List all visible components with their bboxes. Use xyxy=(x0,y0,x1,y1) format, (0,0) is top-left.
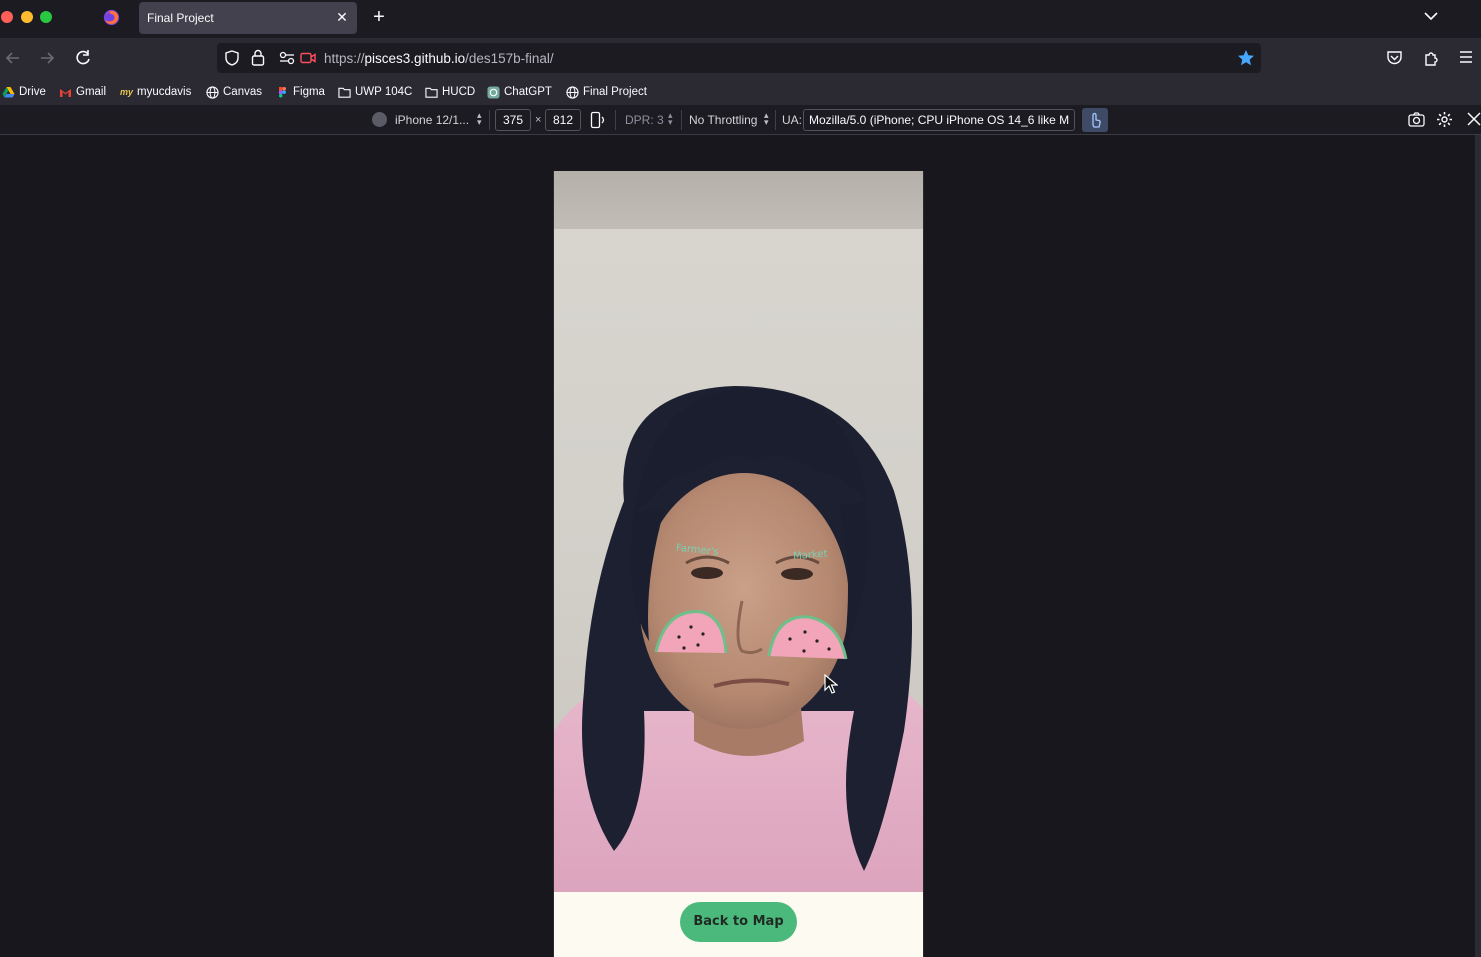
dimension-separator: × xyxy=(535,114,542,126)
globe-icon xyxy=(566,85,579,99)
folder-icon xyxy=(425,87,438,98)
screenshot-camera-icon[interactable] xyxy=(1408,112,1425,127)
bookmark-drive[interactable]: Drive xyxy=(2,84,46,100)
gmail-icon xyxy=(60,88,71,97)
webcam-feed: Farmer's Market xyxy=(554,171,923,892)
figma-icon xyxy=(279,86,286,97)
mouse-cursor-icon xyxy=(824,674,838,694)
new-tab-button[interactable]: + xyxy=(369,6,389,28)
url-bar[interactable]: https://pisces3.github.io/des157b-final/ xyxy=(217,43,1261,73)
lock-icon[interactable] xyxy=(251,49,265,66)
divider xyxy=(615,110,616,130)
url-text[interactable]: https://pisces3.github.io/des157b-final/ xyxy=(324,51,554,66)
updown-arrow-icon[interactable]: ▴ ▾ xyxy=(477,111,482,127)
bookmark-chatgpt[interactable]: ChatGPT xyxy=(487,84,552,100)
window-minimize-button[interactable] xyxy=(21,11,33,23)
scrollbar[interactable] xyxy=(1475,135,1481,957)
window-close-button[interactable] xyxy=(1,11,13,23)
close-icon[interactable] xyxy=(1466,111,1481,127)
bookmark-label: Figma xyxy=(293,86,325,98)
device-icon xyxy=(372,112,387,127)
bookmark-star-icon[interactable] xyxy=(1237,49,1255,67)
viewport-height-input[interactable]: 812 xyxy=(545,109,581,131)
viewport-width-input[interactable]: 375 xyxy=(495,109,531,131)
bookmark-label: myucdavis xyxy=(137,86,192,98)
pocket-icon[interactable] xyxy=(1386,49,1403,66)
myucdavis-icon: my xyxy=(120,86,134,97)
throttling-selector[interactable]: No Throttling xyxy=(689,113,757,127)
bookmark-final-project[interactable]: Final Project xyxy=(566,84,647,100)
updown-arrow-icon[interactable]: ▴ ▾ xyxy=(764,111,769,127)
bookmark-uwp-104c[interactable]: UWP 104C xyxy=(338,84,412,100)
bookmark-label: Final Project xyxy=(583,86,647,98)
webcam-image: Farmer's Market xyxy=(554,171,923,892)
divider xyxy=(489,110,490,130)
bookmark-label: Canvas xyxy=(223,86,262,98)
back-to-map-button[interactable]: Back to Map xyxy=(680,902,797,942)
reload-icon[interactable] xyxy=(73,48,93,68)
tab-close-icon[interactable]: ✕ xyxy=(333,8,351,26)
user-agent-input[interactable]: Mozilla/5.0 (iPhone; CPU iPhone OS 14_6 … xyxy=(803,109,1075,131)
bookmark-label: Gmail xyxy=(76,86,107,98)
bookmark-label: UWP 104C xyxy=(355,86,413,98)
permissions-icon[interactable] xyxy=(279,51,295,65)
google-drive-icon xyxy=(2,86,15,97)
chevron-down-icon[interactable] xyxy=(1423,8,1439,24)
folder-icon xyxy=(338,87,351,98)
device-selector[interactable]: iPhone 12/1... xyxy=(395,113,469,127)
divider xyxy=(775,110,776,130)
bookmark-canvas[interactable]: Canvas xyxy=(206,84,262,100)
face xyxy=(639,473,849,729)
url-host: pisces3.github.io xyxy=(364,51,466,66)
tab-title: Final Project xyxy=(147,11,214,25)
camera-sharing-icon[interactable] xyxy=(300,51,316,65)
navigation-bar: https://pisces3.github.io/des157b-final/ xyxy=(0,38,1481,78)
globe-icon xyxy=(206,85,219,99)
updown-arrow-icon[interactable]: ▴ ▾ xyxy=(668,111,673,127)
forward-arrow-icon[interactable] xyxy=(37,48,57,68)
tab-final-project[interactable]: Final Project ✕ xyxy=(139,2,357,34)
bookmark-label: Drive xyxy=(19,86,46,98)
url-protocol: https:// xyxy=(324,51,365,66)
device-viewport: Farmer's Market Back to Map xyxy=(553,171,924,957)
touch-simulation-button[interactable] xyxy=(1082,108,1108,132)
firefox-icon[interactable] xyxy=(103,9,120,26)
bookmark-label: ChatGPT xyxy=(504,86,552,98)
tab-bar: Final Project ✕ + xyxy=(0,0,1481,36)
bookmarks-bar: Drive Gmail my myucdavis Canvas Figma UW… xyxy=(0,78,1481,105)
gear-icon[interactable] xyxy=(1436,111,1453,128)
hamburger-menu-icon[interactable] xyxy=(1458,49,1474,65)
dpr-selector[interactable]: DPR: 3 xyxy=(625,113,664,127)
url-path: /des157b-final/ xyxy=(465,51,554,66)
responsive-design-toolbar: iPhone 12/1... ▴ ▾ 375 × 812 DPR: 3 ▴ ▾ No… xyxy=(0,105,1481,135)
hand-pointer-icon xyxy=(1092,112,1101,128)
divider xyxy=(681,110,682,130)
rotate-device-icon[interactable] xyxy=(590,111,606,129)
bookmark-figma[interactable]: Figma xyxy=(276,84,325,100)
shield-icon[interactable] xyxy=(224,50,240,66)
bookmark-gmail[interactable]: Gmail xyxy=(59,84,106,100)
bookmark-label: HUCD xyxy=(442,86,476,98)
window-maximize-button[interactable] xyxy=(40,11,52,23)
bookmark-hucd[interactable]: HUCD xyxy=(425,84,475,100)
extensions-icon[interactable] xyxy=(1423,49,1440,66)
back-arrow-icon[interactable] xyxy=(3,48,23,68)
user-agent-label: UA: xyxy=(782,113,803,127)
page-footer: Back to Map xyxy=(554,892,923,957)
bookmark-myucdavis[interactable]: my myucdavis xyxy=(120,84,191,100)
chatgpt-icon xyxy=(487,85,500,99)
